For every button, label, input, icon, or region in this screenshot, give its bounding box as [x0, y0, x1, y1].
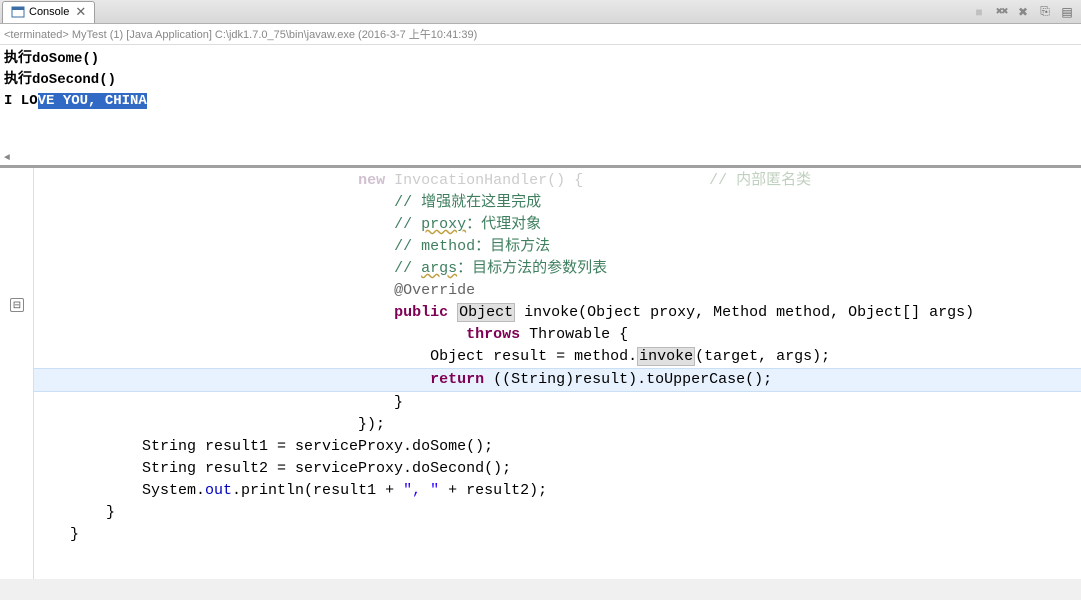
output-line: I LOVE YOU, CHINA	[4, 91, 1077, 112]
console-tab-label: Console	[29, 6, 69, 18]
code-line: String result2 = serviceProxy.doSecond()…	[34, 458, 1081, 480]
code-line: }	[34, 392, 1081, 414]
pin-button[interactable]: ⎘	[1037, 4, 1053, 20]
code-line: String result1 = serviceProxy.doSome();	[34, 436, 1081, 458]
tab-bar: Console ✕ ■ ✖✖ ✖ ⎘ ▤	[0, 0, 1081, 24]
code-line: // args：目标方法的参数列表	[34, 258, 1081, 280]
code-line: @Override	[34, 280, 1081, 302]
close-icon[interactable]: ✕	[75, 4, 86, 20]
collapse-icon[interactable]: ⊟	[10, 298, 24, 312]
code-line: });	[34, 414, 1081, 436]
console-tab[interactable]: Console ✕	[2, 1, 95, 23]
console-status: <terminated> MyTest (1) [Java Applicatio…	[0, 24, 1081, 45]
tab-left: Console ✕	[0, 1, 95, 23]
console-toolbar: ■ ✖✖ ✖ ⎘ ▤	[971, 4, 1081, 20]
terminate-button[interactable]: ■	[971, 4, 987, 20]
code-line: // proxy：代理对象	[34, 214, 1081, 236]
code-line: throws Throwable {	[34, 324, 1081, 346]
open-button[interactable]: ▤	[1059, 4, 1075, 20]
editor-gutter[interactable]: ⊟	[0, 168, 34, 579]
code-line-highlighted: return ((String)result).toUpperCase();	[34, 368, 1081, 392]
code-line: new InvocationHandler() { // 内部匿名类	[34, 170, 1081, 192]
console-icon	[11, 5, 25, 19]
console-output[interactable]: 执行doSome() 执行doSecond() I LOVE YOU, CHIN…	[0, 45, 1081, 165]
code-line: }	[34, 502, 1081, 524]
code-area[interactable]: new InvocationHandler() { // 内部匿名类 // 增强…	[34, 168, 1081, 579]
scroll-left-icon[interactable]: ◄	[0, 151, 14, 165]
console-panel: Console ✕ ■ ✖✖ ✖ ⎘ ▤ <terminated> MyTest…	[0, 0, 1081, 166]
code-line: System.out.println(result1 + ", " + resu…	[34, 480, 1081, 502]
editor-panel: ⊟ new InvocationHandler() { // 内部匿名类 // …	[0, 166, 1081, 579]
code-line: Object result = method.invoke(target, ar…	[34, 346, 1081, 368]
output-line: 执行doSecond()	[4, 70, 1077, 91]
code-line: // method：目标方法	[34, 236, 1081, 258]
code-line: }	[34, 524, 1081, 546]
output-line: 执行doSome()	[4, 49, 1077, 70]
remove-all-button[interactable]: ✖✖	[993, 4, 1009, 20]
code-line: // 增强就在这里完成	[34, 192, 1081, 214]
code-line: public Object invoke(Object proxy, Metho…	[34, 302, 1081, 324]
remove-button[interactable]: ✖	[1015, 4, 1031, 20]
output-selection: VE YOU, CHINA	[38, 93, 147, 109]
output-text: I LO	[4, 93, 38, 109]
